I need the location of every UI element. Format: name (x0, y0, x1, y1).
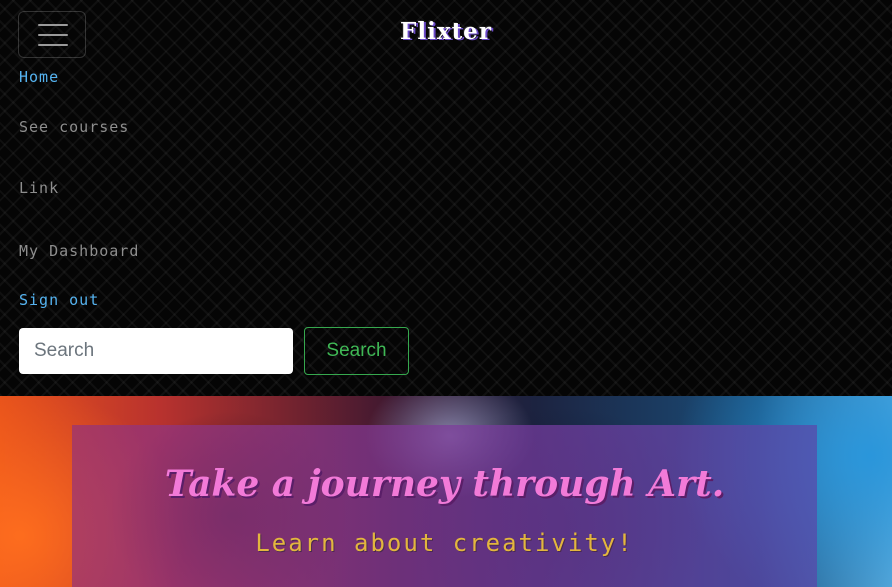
hero-caption-box: Take a journey through Art. Learn about … (72, 425, 817, 587)
search-input[interactable] (19, 328, 293, 374)
nav-link-home[interactable]: Home (19, 68, 59, 86)
navbar: Flixter Home See courses Link My Dashboa… (0, 0, 892, 396)
hero-banner: Take a journey through Art. Learn about … (0, 396, 892, 587)
hero-subtitle: Learn about creativity! (255, 529, 634, 557)
nav-link-see-courses[interactable]: See courses (19, 118, 129, 136)
nav-link-my-dashboard[interactable]: My Dashboard (19, 242, 139, 260)
search-button[interactable]: Search (304, 327, 409, 375)
nav-link-link[interactable]: Link (19, 179, 59, 197)
nav-link-sign-out[interactable]: Sign out (19, 291, 99, 309)
brand-logo[interactable]: Flixter (0, 18, 892, 45)
hero-title: Take a journey through Art. (164, 463, 725, 505)
